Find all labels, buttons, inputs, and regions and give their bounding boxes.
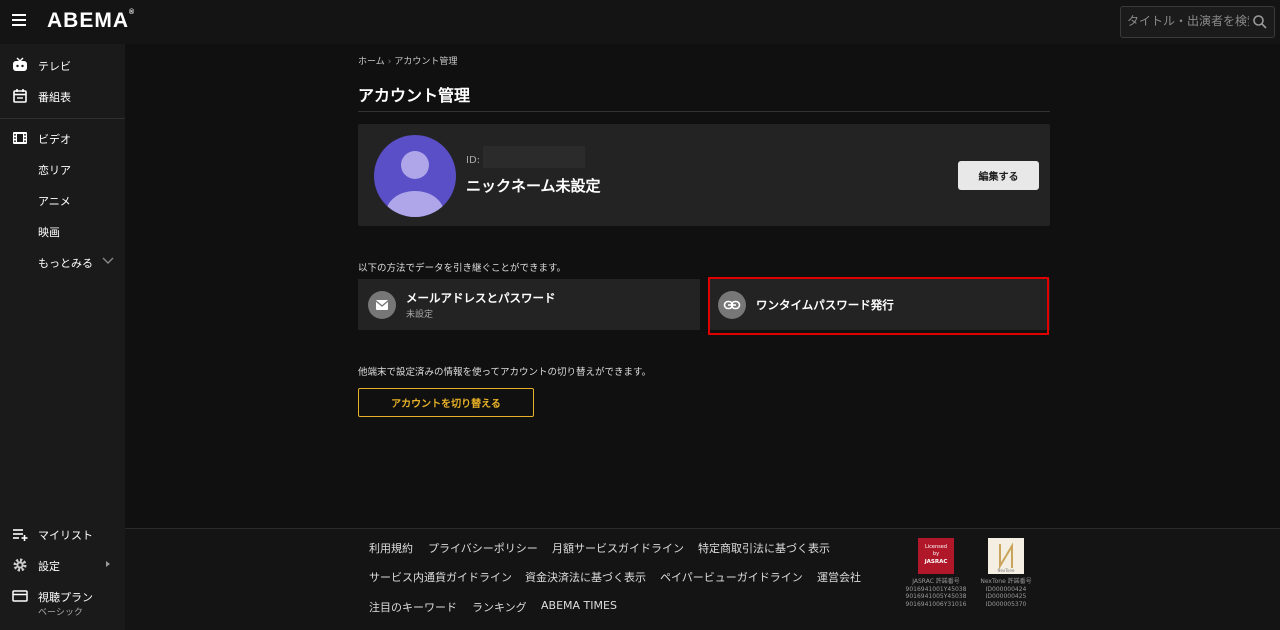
sidebar-item-label: 恋リア [38, 164, 71, 177]
method-title: ワンタイムパスワード発行 [756, 298, 894, 312]
sidebar-item-label: ビデオ [38, 133, 71, 146]
sidebar-item-label: テレビ [38, 60, 71, 73]
playlist-icon [13, 529, 28, 541]
footer-link-company[interactable]: 運営会社 [817, 569, 861, 585]
svg-text:JASRAC: JASRAC [924, 559, 948, 565]
avatar [374, 135, 456, 217]
footer-link-privacy[interactable]: プライバシーポリシー [428, 540, 538, 556]
jasrac-logo: Licensed by JASRAC [918, 538, 954, 574]
sidebar-item-label: 番組表 [38, 91, 71, 104]
sidebar-item-label: 映画 [38, 226, 60, 239]
method-one-time-password[interactable]: ワンタイムパスワード発行 [708, 279, 1050, 330]
sidebar-item-mylist[interactable]: マイリスト [0, 519, 125, 549]
link-icon [718, 291, 746, 319]
jasrac-license-info: JASRAC 許諾番号 9016941001Y45038 9016941005Y… [905, 578, 967, 608]
sidebar-item-koi-ria[interactable]: 恋リア [0, 154, 125, 184]
profile-card: ID: ニックネーム未設定 編集する [358, 124, 1050, 226]
nextone-logo: NexTone [988, 538, 1024, 574]
id-value-masked [483, 146, 585, 168]
card-icon [12, 590, 28, 602]
tv-icon [13, 57, 27, 71]
sidebar-item-settings[interactable]: 設定 [0, 550, 125, 580]
user-silhouette-icon [386, 151, 444, 217]
switch-info-text: 他端末で設定済みの情報を使ってアカウントの切り替えができます。 [358, 367, 652, 378]
footer: 利用規約 プライバシーポリシー 月額サービスガイドライン 特定商取引法に基づく表… [125, 528, 1280, 630]
sidebar-item-anime[interactable]: アニメ [0, 185, 125, 215]
svg-text:NexTone: NexTone [998, 568, 1015, 573]
method-status: 未設定 [406, 310, 434, 320]
switch-account-button[interactable]: アカウントを切り替える [358, 388, 534, 417]
sidebar-item-label: 設定 [38, 560, 60, 573]
search-box [1120, 6, 1275, 38]
sidebar-item-label: アニメ [38, 195, 71, 208]
sidebar-item-more[interactable]: もっとみる [0, 247, 125, 277]
breadcrumb: ホーム › アカウント管理 [358, 57, 458, 67]
footer-link-currency-guidelines[interactable]: サービス内通貨ガイドライン [369, 569, 512, 585]
sidebar-item-label: マイリスト [38, 529, 93, 542]
sidebar-divider [0, 118, 125, 119]
footer-link-monthly-guidelines[interactable]: 月額サービスガイドライン [552, 540, 684, 556]
logo-text: ABEMA [47, 9, 129, 32]
breadcrumb-current: アカウント管理 [394, 57, 458, 67]
film-icon [13, 132, 27, 144]
menu-icon[interactable] [12, 14, 26, 26]
footer-link-terms[interactable]: 利用規約 [369, 540, 413, 556]
sidebar: テレビ 番組表 ビデオ 恋リア アニメ 映画 もっとみる [0, 44, 125, 514]
mail-icon [368, 291, 396, 319]
sidebar-item-movies[interactable]: 映画 [0, 216, 125, 246]
calendar-icon [13, 89, 27, 103]
footer-link-ppv-guidelines[interactable]: ペイパービューガイドライン [660, 569, 803, 585]
title-divider [358, 111, 1050, 112]
footer-link-commerce-act[interactable]: 特定商取引法に基づく表示 [698, 540, 830, 556]
caret-right-icon [106, 561, 110, 567]
svg-text:Licensed: Licensed [925, 544, 947, 550]
method-email-password[interactable]: メールアドレスとパスワード 未設定 [358, 279, 700, 330]
footer-link-ranking[interactable]: ランキング [472, 599, 527, 615]
footer-link-keywords[interactable]: 注目のキーワード [369, 599, 457, 615]
svg-text:by: by [933, 551, 939, 557]
sidebar-item-plan[interactable]: 視聴プラン ベーシック [0, 581, 125, 621]
transfer-info-text: 以下の方法でデータを引き継ぐことができます。 [358, 263, 567, 274]
sidebar-item-schedule[interactable]: 番組表 [0, 81, 125, 111]
footer-link-abema-times[interactable]: ABEMA TIMES [541, 599, 617, 612]
edit-profile-button[interactable]: 編集する [958, 161, 1039, 190]
search-icon[interactable] [1252, 14, 1268, 30]
gear-icon [13, 558, 27, 572]
sidebar-item-tv[interactable]: テレビ [0, 50, 125, 80]
nextone-license-info: NexTone 許諾番号 ID000000424 ID000000425 ID0… [980, 578, 1032, 608]
search-input[interactable] [1127, 14, 1249, 28]
sidebar-item-label: もっとみる [38, 257, 93, 270]
breadcrumb-home[interactable]: ホーム [358, 57, 385, 67]
sidebar-bottom: マイリスト 設定 視聴プラン ベーシック [0, 514, 125, 630]
sidebar-item-video[interactable]: ビデオ [0, 123, 125, 153]
page-title: アカウント管理 [358, 86, 471, 105]
nickname: ニックネーム未設定 [466, 177, 601, 195]
chevron-down-icon [102, 257, 114, 264]
top-bar: ABEMA® [0, 0, 1280, 44]
id-label: ID: [466, 155, 481, 166]
abema-logo[interactable]: ABEMA® [47, 9, 135, 33]
sidebar-item-label: 視聴プラン [38, 591, 93, 604]
plan-name: ベーシック [38, 608, 83, 618]
method-title: メールアドレスとパスワード [406, 291, 556, 305]
footer-link-payment-act[interactable]: 資金決済法に基づく表示 [525, 569, 646, 585]
